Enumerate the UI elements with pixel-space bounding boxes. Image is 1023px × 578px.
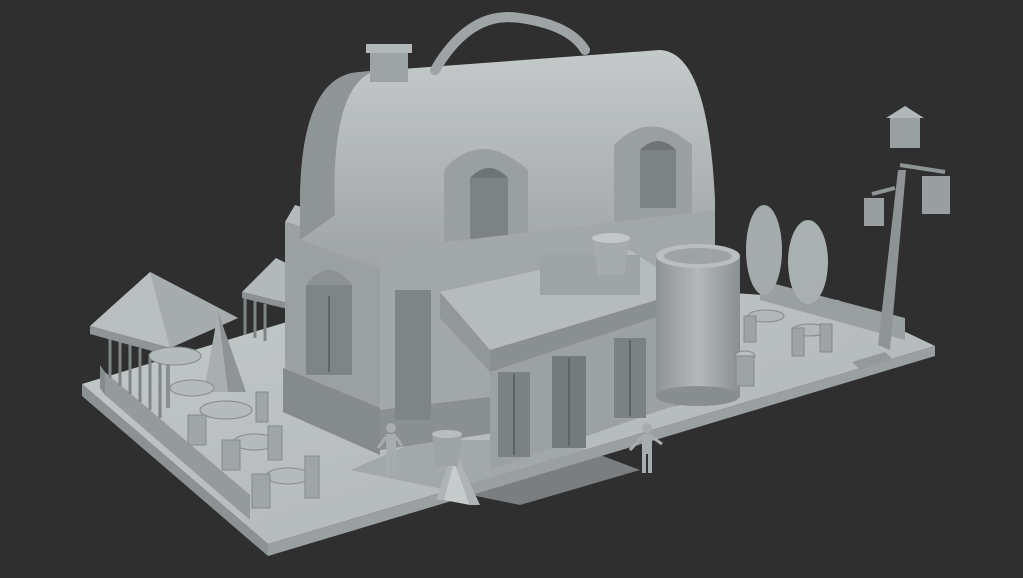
cylinder-tank (656, 244, 740, 406)
coffee-cup-sign (592, 233, 630, 275)
planter-pot (432, 430, 462, 466)
cafe-building-render (0, 0, 1023, 578)
render-viewport (0, 0, 1023, 578)
